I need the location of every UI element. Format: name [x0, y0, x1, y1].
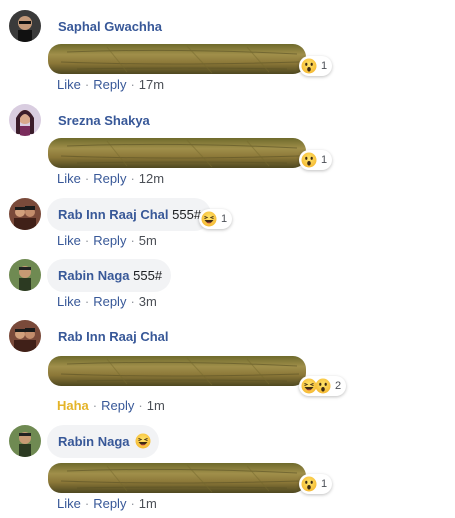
like-link[interactable]: Like — [57, 294, 81, 309]
avatar[interactable] — [9, 425, 41, 457]
comment-author[interactable]: Saphal Gwachha — [58, 19, 162, 34]
comment-bubble: Rabin Naga — [47, 425, 159, 458]
cigar-sticker — [47, 137, 307, 169]
reply-link[interactable]: Reply — [93, 294, 126, 309]
comment-text: 555# — [172, 207, 202, 222]
avatar[interactable] — [9, 104, 41, 136]
reaction-count: 2 — [335, 380, 342, 392]
comment-bubble: Rab Inn Raaj Chal 555# — [47, 198, 211, 231]
reaction-count: 1 — [321, 60, 328, 72]
comment-author[interactable]: Srezna Shakya — [58, 113, 150, 128]
timestamp[interactable]: 1m — [139, 496, 157, 511]
comment-author[interactable]: Rab Inn Raaj Chal — [58, 207, 169, 222]
avatar[interactable] — [9, 10, 41, 42]
reaction-summary[interactable]: 2 — [299, 376, 347, 396]
haha-reaction-icon — [201, 211, 217, 227]
reaction-summary[interactable]: 1 — [299, 474, 333, 494]
reply-link[interactable]: Reply — [101, 398, 134, 413]
avatar[interactable] — [9, 259, 41, 291]
comment-actions: Like · Reply · 3m — [57, 294, 157, 309]
comment-text: 555# — [133, 268, 163, 283]
comment-actions: Like · Reply · 1m — [57, 496, 157, 511]
timestamp[interactable]: 12m — [139, 171, 164, 186]
wow-reaction-icon — [301, 476, 317, 492]
wow-reaction-icon — [315, 378, 331, 394]
comment-actions: Like · Reply · 5m — [57, 233, 157, 248]
reply-link[interactable]: Reply — [93, 77, 126, 92]
cigar-sticker — [47, 355, 307, 387]
reaction-count: 1 — [221, 213, 228, 225]
wow-reaction-icon — [301, 58, 317, 74]
timestamp[interactable]: 3m — [139, 294, 157, 309]
laughing-emoji-icon — [135, 433, 152, 449]
like-link[interactable]: Like — [57, 171, 81, 186]
reaction-summary[interactable]: 1 — [299, 56, 333, 76]
avatar[interactable] — [9, 198, 41, 230]
like-link[interactable]: Like — [57, 496, 81, 511]
avatar[interactable] — [9, 320, 41, 352]
haha-reaction-link[interactable]: Haha — [57, 398, 89, 413]
cigar-sticker — [47, 43, 307, 75]
reply-link[interactable]: Reply — [93, 233, 126, 248]
reply-link[interactable]: Reply — [93, 171, 126, 186]
reply-link[interactable]: Reply — [93, 496, 126, 511]
timestamp[interactable]: 5m — [139, 233, 157, 248]
wow-reaction-icon — [301, 152, 317, 168]
reaction-count: 1 — [321, 154, 328, 166]
timestamp[interactable]: 1m — [147, 398, 165, 413]
comment-author[interactable]: Rabin Naga — [58, 434, 130, 449]
comment-actions: Like · Reply · 12m — [57, 171, 165, 186]
comment-bubble: Rabin Naga 555# — [47, 259, 171, 292]
like-link[interactable]: Like — [57, 233, 81, 248]
comment-actions: Haha · Reply · 1m — [57, 398, 165, 413]
comment-author[interactable]: Rabin Naga — [58, 268, 130, 283]
reaction-count: 1 — [321, 478, 328, 490]
reaction-summary[interactable]: 1 — [199, 209, 233, 229]
reaction-summary[interactable]: 1 — [299, 150, 333, 170]
comment-actions: Like · Reply · 17m — [57, 77, 165, 92]
cigar-sticker — [47, 462, 307, 494]
comment-author[interactable]: Rab Inn Raaj Chal — [58, 329, 169, 344]
timestamp[interactable]: 17m — [139, 77, 164, 92]
like-link[interactable]: Like — [57, 77, 81, 92]
